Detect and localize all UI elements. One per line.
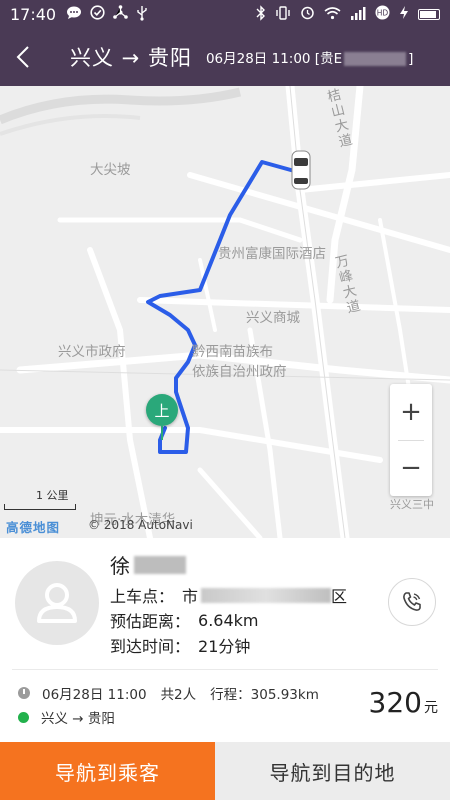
trip-subtitle: 06月28日 11:00 [贵E]	[206, 47, 413, 67]
clock-icon	[18, 687, 30, 699]
passenger-name-row: 徐	[110, 550, 186, 579]
eta-label: 到达时间：	[110, 637, 191, 656]
pickup-value: 市	[182, 587, 199, 606]
trip-datetime: 06月28日 11:00	[42, 687, 147, 703]
alarm-icon	[300, 5, 315, 23]
map-provider-logo: 高德地图	[6, 520, 61, 535]
status-time: 17:40	[10, 4, 57, 24]
wifi-icon	[324, 6, 341, 23]
action-bar: 导航到乘客 导航到目的地	[0, 742, 450, 800]
call-passenger-button[interactable]	[388, 578, 436, 626]
pickup-label: 上车点：	[110, 587, 175, 606]
passenger-name: 徐	[110, 554, 130, 578]
map-scale: 1 公里	[4, 487, 76, 510]
name-redaction	[134, 555, 186, 574]
user-icon	[37, 583, 77, 623]
distance-value: 6.64km	[198, 610, 259, 630]
zoom-divider	[398, 440, 424, 441]
panel-divider	[12, 669, 438, 670]
map-copyright: © 2018 AutoNavi	[88, 518, 193, 532]
eta-value: 21分钟	[198, 637, 251, 656]
share-icon	[113, 5, 128, 23]
route-dot-icon	[18, 711, 29, 723]
vibrate-icon	[275, 5, 291, 23]
bluetooth-icon	[256, 4, 266, 24]
pickup-suffix: 区	[331, 587, 348, 606]
top-app-bar: 兴义 → 贵阳 06月28日 11:00 [贵E]	[0, 28, 450, 86]
zoom-out-button[interactable]: −	[390, 440, 432, 496]
map-label-mall: 兴义商城	[246, 310, 300, 326]
back-arrow-icon	[16, 46, 29, 68]
map-scale-text: 1 公里	[36, 489, 69, 502]
check-circle-icon	[90, 5, 105, 23]
phone-icon	[403, 592, 421, 611]
passenger-info-panel: 徐 上车点： 市 区 预估距离： 6.64km 到达时间： 21分钟 06月28…	[0, 538, 450, 742]
chat-icon	[66, 6, 82, 23]
address-redaction	[201, 587, 332, 603]
back-button[interactable]	[0, 28, 46, 86]
trip-subtitle-text: 06月28日 11:00 [贵E	[205, 51, 343, 67]
pickup-marker[interactable]: 上	[146, 394, 178, 426]
route-title: 兴义 → 贵阳	[70, 46, 192, 70]
zoom-in-button[interactable]: +	[390, 384, 432, 440]
map-label-dajianpo: 大尖坡	[90, 162, 131, 178]
app-root: 17:40 HD 兴义 → 贵阳 06月28日 11:00 [贵E] 大尖坡 …	[0, 0, 450, 800]
trip-time-row: 06月28日 11:00 共2人 行程：305.93km	[18, 683, 319, 703]
map-view[interactable]: 大尖坡 贵州富康国际酒店 兴义商城 兴义市政府 黔西南苗族布 依族自治州政府 桔…	[0, 86, 450, 538]
price-value: 320	[368, 686, 422, 719]
svg-text:HD: HD	[377, 9, 389, 18]
trip-people: 共2人	[160, 687, 197, 703]
map-scale-bar	[4, 504, 76, 510]
navigate-to-destination-button[interactable]: 导航到目的地	[215, 742, 450, 800]
battery-icon	[418, 8, 440, 20]
price-unit: 元	[424, 700, 438, 716]
hd-icon: HD	[375, 5, 390, 23]
trip-route: 兴义 → 贵阳	[41, 711, 115, 727]
status-bar: 17:40 HD	[0, 0, 450, 28]
pickup-marker-stem	[161, 426, 163, 440]
zoom-control: + −	[390, 384, 432, 496]
trip-distance: 行程：305.93km	[210, 687, 319, 703]
signal-icon	[350, 6, 366, 23]
usb-icon	[136, 5, 148, 24]
map-canvas	[0, 86, 450, 538]
pickup-location-row: 上车点： 市 区	[110, 583, 347, 607]
passenger-avatar	[15, 561, 99, 645]
trip-price: 320 元	[369, 686, 438, 719]
map-label-hotel: 贵州富康国际酒店	[218, 246, 326, 262]
trip-subtitle-end: ]	[408, 51, 414, 67]
driver-car-icon	[291, 150, 311, 190]
trip-route-row: 兴义 → 贵阳	[18, 707, 115, 727]
status-left-icons	[66, 5, 148, 24]
plate-redaction	[344, 52, 407, 66]
distance-label: 预估距离：	[110, 612, 191, 631]
map-label-prefecture-gov-2: 依族自治州政府	[192, 364, 287, 380]
map-label-school: 兴义三中	[390, 498, 434, 511]
navigate-to-passenger-button[interactable]: 导航到乘客	[0, 742, 215, 800]
map-label-prefecture-gov-1: 黔西南苗族布	[192, 344, 273, 360]
charging-icon	[399, 5, 409, 23]
distance-row: 预估距离： 6.64km	[110, 608, 259, 632]
map-label-city-gov: 兴义市政府	[58, 344, 126, 360]
status-right-icons: HD	[256, 4, 440, 24]
eta-row: 到达时间： 21分钟	[110, 633, 250, 657]
